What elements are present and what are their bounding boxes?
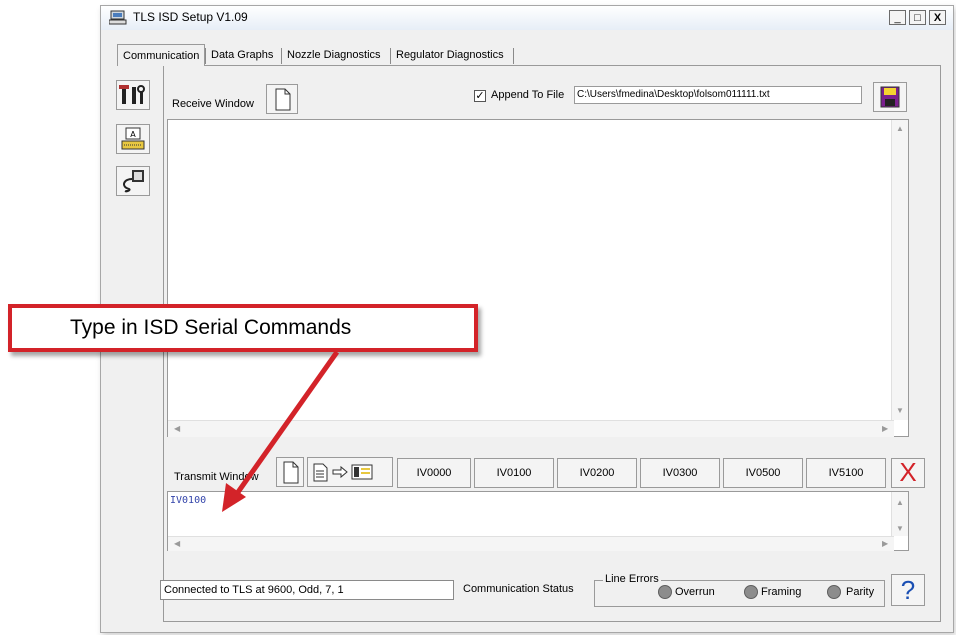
callout-arrow	[222, 350, 340, 512]
